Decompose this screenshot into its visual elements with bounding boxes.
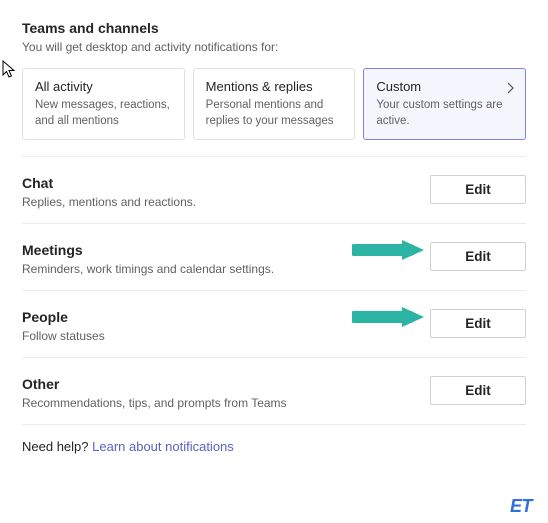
help-prefix: Need help? — [22, 439, 92, 454]
chat-title: Chat — [22, 175, 430, 191]
card-title: Custom — [376, 79, 513, 94]
card-custom[interactable]: Custom Your custom settings are active. — [363, 68, 526, 140]
chat-row: Chat Replies, mentions and reactions. Ed… — [22, 157, 526, 224]
card-mentions-replies[interactable]: Mentions & replies Personal mentions and… — [193, 68, 356, 140]
card-title: Mentions & replies — [206, 79, 343, 94]
other-edit-button[interactable]: Edit — [430, 376, 526, 405]
other-title: Other — [22, 376, 430, 392]
card-title: All activity — [35, 79, 172, 94]
people-desc: Follow statuses — [22, 329, 430, 343]
card-desc: Your custom settings are active. — [376, 98, 513, 129]
teams-and-channels-section: Teams and channels You will get desktop … — [22, 20, 526, 140]
help-text: Need help? Learn about notifications — [22, 439, 526, 454]
meetings-edit-button[interactable]: Edit — [430, 242, 526, 271]
teams-channels-title: Teams and channels — [22, 20, 526, 36]
chat-edit-button[interactable]: Edit — [430, 175, 526, 204]
chevron-right-icon — [505, 81, 515, 97]
cursor-icon — [2, 60, 18, 80]
meetings-row: Meetings Reminders, work timings and cal… — [22, 224, 526, 291]
card-all-activity[interactable]: All activity New messages, reactions, an… — [22, 68, 185, 140]
learn-about-notifications-link[interactable]: Learn about notifications — [92, 439, 234, 454]
et-logo: ET — [510, 496, 532, 517]
people-row: People Follow statuses Edit — [22, 291, 526, 358]
meetings-desc: Reminders, work timings and calendar set… — [22, 262, 430, 276]
card-desc: Personal mentions and replies to your me… — [206, 98, 343, 129]
notification-mode-cards: All activity New messages, reactions, an… — [22, 68, 526, 140]
teams-channels-subtitle: You will get desktop and activity notifi… — [22, 40, 526, 54]
people-title: People — [22, 309, 430, 325]
people-edit-button[interactable]: Edit — [430, 309, 526, 338]
chat-desc: Replies, mentions and reactions. — [22, 195, 430, 209]
other-desc: Recommendations, tips, and prompts from … — [22, 396, 430, 410]
other-row: Other Recommendations, tips, and prompts… — [22, 358, 526, 425]
card-desc: New messages, reactions, and all mention… — [35, 98, 172, 129]
meetings-title: Meetings — [22, 242, 430, 258]
